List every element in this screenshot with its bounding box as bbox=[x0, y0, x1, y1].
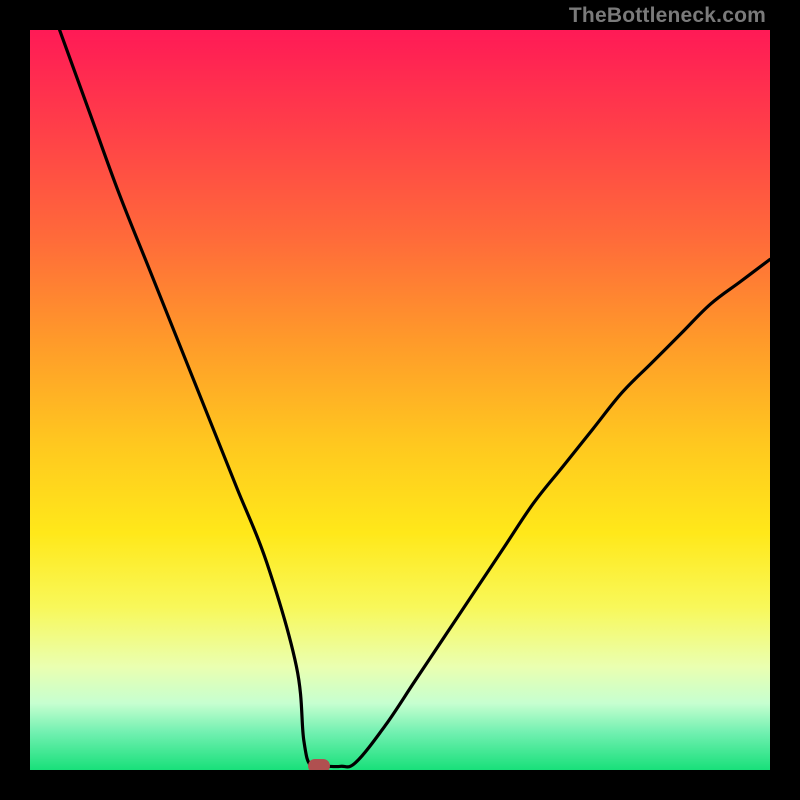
watermark-text: TheBottleneck.com bbox=[569, 4, 766, 28]
plot-area bbox=[30, 30, 770, 770]
chart-frame: TheBottleneck.com bbox=[0, 0, 800, 800]
bottleneck-curve bbox=[30, 30, 770, 770]
optimum-marker bbox=[308, 759, 330, 770]
